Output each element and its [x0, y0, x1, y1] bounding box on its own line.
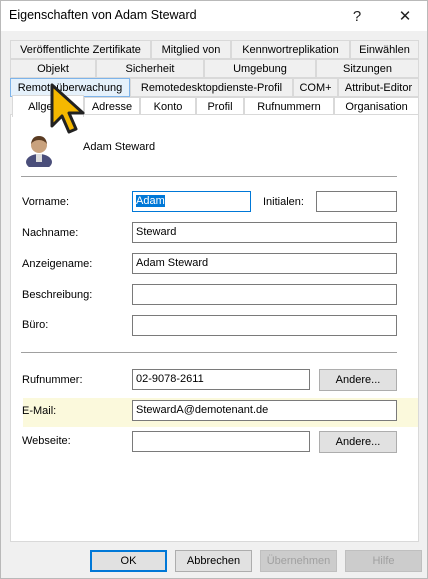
tab-veroeffentlichte-zertifikate[interactable]: Veröffentlichte Zertifikate	[10, 40, 151, 59]
rufnummer-field[interactable]: 02-9078-2611	[132, 369, 310, 390]
email-field[interactable]: StewardA@demotenant.de	[132, 400, 397, 421]
beschreibung-label: Beschreibung:	[22, 289, 93, 301]
nachname-field[interactable]: Steward	[132, 222, 397, 243]
tab-mitglied-von[interactable]: Mitglied von	[151, 40, 231, 59]
initialen-field[interactable]	[316, 191, 397, 212]
apply-button[interactable]: Übernehmen	[260, 550, 337, 572]
help-icon: ?	[352, 7, 362, 25]
user-icon	[24, 133, 54, 170]
general-tab-panel: Adam Steward Vorname: Adam Initialen: Na…	[10, 114, 419, 542]
tab-kennwortreplikation[interactable]: Kennwortreplikation	[231, 40, 350, 59]
tab-attribut-editor[interactable]: Attribut-Editor	[338, 78, 419, 97]
tab-com-plus[interactable]: COM+	[293, 78, 338, 97]
separator	[21, 352, 397, 353]
tab-sicherheit[interactable]: Sicherheit	[96, 59, 204, 78]
initialen-label: Initialen:	[263, 196, 304, 208]
buero-field[interactable]	[132, 315, 397, 336]
tab-umgebung[interactable]: Umgebung	[204, 59, 316, 78]
tab-objekt[interactable]: Objekt	[10, 59, 96, 78]
vorname-field[interactable]: Adam	[132, 191, 251, 212]
webseite-label: Webseite:	[22, 435, 71, 447]
window-title: Eigenschaften von Adam Steward	[9, 8, 197, 22]
user-display-name: Adam Steward	[83, 141, 156, 153]
webseite-andere-button[interactable]: Andere...	[319, 431, 397, 453]
anzeigename-field[interactable]: Adam Steward	[132, 253, 397, 274]
vorname-value: Adam	[136, 195, 165, 207]
webseite-field[interactable]	[132, 431, 310, 452]
ok-button[interactable]: OK	[90, 550, 167, 572]
rufnummer-label: Rufnummer:	[22, 374, 83, 386]
title-bar: Eigenschaften von Adam Steward ? ✕	[1, 1, 427, 31]
tab-einwaehlen[interactable]: Einwählen	[350, 40, 419, 59]
rufnummer-andere-button[interactable]: Andere...	[319, 369, 397, 391]
buero-label: Büro:	[22, 319, 49, 331]
vorname-label: Vorname:	[22, 196, 70, 208]
nachname-label: Nachname:	[22, 227, 79, 239]
anzeigename-label: Anzeigename:	[22, 258, 93, 270]
beschreibung-field[interactable]	[132, 284, 397, 305]
cancel-button[interactable]: Abbrechen	[175, 550, 252, 572]
mouse-cursor-icon	[48, 82, 88, 136]
close-icon: ✕	[398, 8, 412, 25]
help-footer-button[interactable]: Hilfe	[345, 550, 422, 572]
close-button[interactable]: ✕	[385, 1, 425, 31]
tab-remotedesktopdienste-profil[interactable]: Remotedesktopdienste-Profil	[130, 78, 293, 97]
email-label: E-Mail:	[22, 405, 57, 417]
tab-sitzungen[interactable]: Sitzungen	[316, 59, 419, 78]
help-button[interactable]: ?	[337, 1, 377, 31]
separator	[21, 176, 397, 177]
